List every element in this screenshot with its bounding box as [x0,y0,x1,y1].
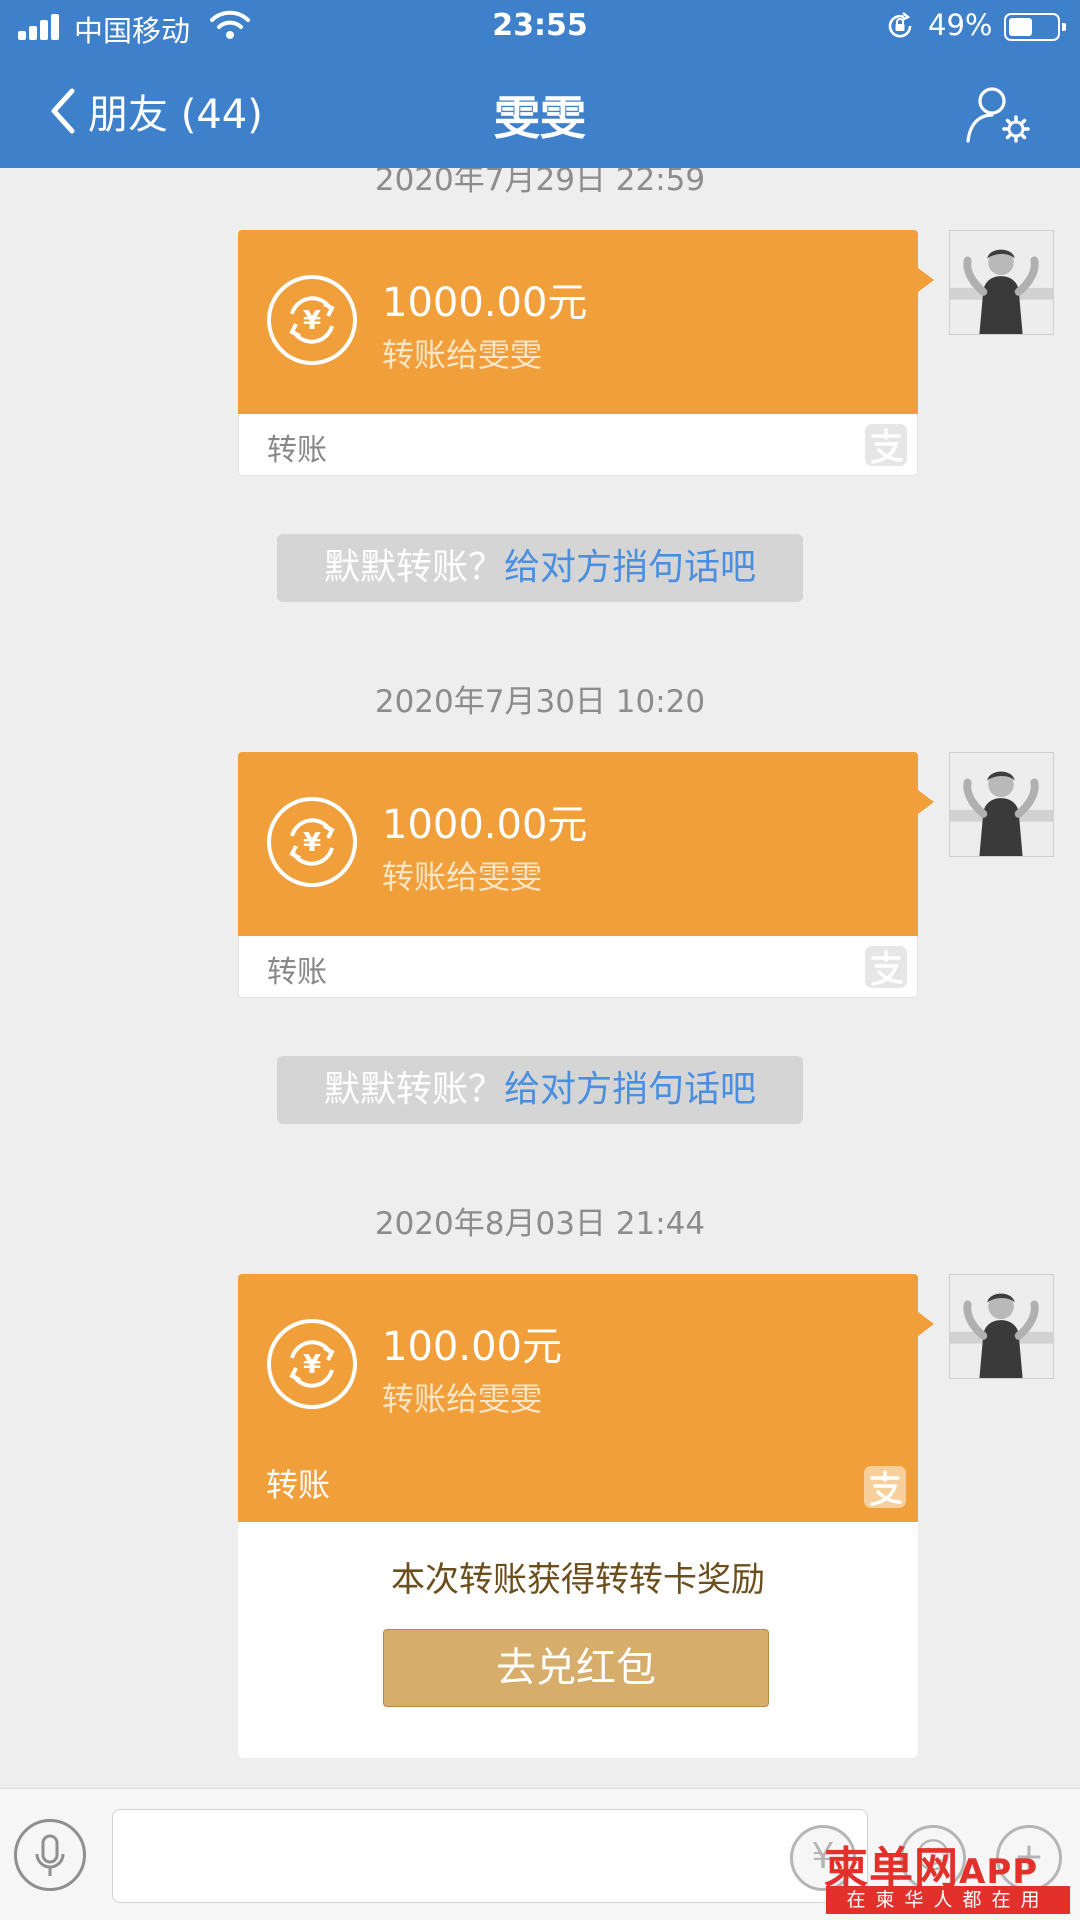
battery-percentage: 49% [928,8,993,42]
battery-icon [1004,13,1066,41]
transfer-card[interactable]: ¥ 100.00元 转账给雯雯 转账 本次转账获得转转卡奖励 去兑红包 [238,1274,934,1758]
message-timestamp: 2020年8月03日 21:44 [374,1206,706,1242]
transfer-recipient: 转账给雯雯 [382,1380,543,1418]
reward-text: 本次转账获得转转卡奖励 [391,1560,765,1600]
chat-list[interactable]: 2020年7月29日 22:59 ¥ 1000.00元 转账给雯雯 转账 默默转… [0,168,1080,1788]
add-message-hint[interactable]: 默默转账？给对方捎句话吧 [277,1056,803,1124]
transfer-type-label: 转账 [267,955,327,990]
svg-text:¥: ¥ [303,306,321,336]
nav-bar: 朋友 (44) 雯雯 [0,55,1080,168]
avatar-image [950,1275,1053,1378]
transfer-amount: 1000.00元 [382,280,588,326]
transfer-card[interactable]: ¥ 1000.00元 转账给雯雯 转账 [238,752,934,998]
microphone-icon [35,1834,65,1876]
message-timestamp: 2020年7月30日 10:20 [374,684,706,720]
avatar[interactable] [949,1274,1054,1379]
transfer-recipient: 转账给雯雯 [382,858,543,896]
add-message-hint[interactable]: 默默转账？给对方捎句话吧 [277,534,803,602]
transfer-recipient: 转账给雯雯 [382,336,543,374]
svg-text:¥: ¥ [303,1350,321,1380]
avatar-image [950,231,1053,334]
avatar[interactable] [949,230,1054,335]
message-timestamp: 2020年7月29日 22:59 [374,168,706,198]
redeem-red-packet-button[interactable]: 去兑红包 [383,1629,769,1707]
transfer-card-body[interactable]: ¥ 1000.00元 转账给雯雯 [238,752,934,936]
yuan-transfer-icon: ¥ [267,797,357,887]
alipay-logo-icon [864,1466,906,1508]
transfer-card-body[interactable]: ¥ 1000.00元 转账给雯雯 [238,230,934,414]
clock: 23:55 [492,8,588,43]
user-settings-icon[interactable] [964,83,1032,145]
yuan-transfer-icon: ¥ [267,275,357,365]
reward-panel: 本次转账获得转转卡奖励 去兑红包 [238,1522,918,1758]
transfer-amount: 100.00元 [382,1324,562,1370]
add-message-link[interactable]: 给对方捎句话吧 [504,547,756,588]
add-message-link[interactable]: 给对方捎句话吧 [504,1069,756,1110]
transfer-card-footer: 转账 [238,414,918,476]
alipay-logo-icon [865,424,907,466]
alipay-logo-icon [865,946,907,988]
message-input[interactable] [112,1809,868,1903]
transfer-type-label: 转账 [266,1466,331,1504]
voice-input-button[interactable] [14,1819,86,1891]
avatar-image [950,753,1053,856]
svg-text:¥: ¥ [303,828,321,858]
transfer-amount: 1000.00元 [382,802,588,848]
hint-prefix: 默默转账？ [323,1069,504,1110]
watermark-logo: 柬单网APP 在柬华人都在用 [822,1832,1072,1916]
chat-title: 雯雯 [494,91,586,145]
avatar[interactable] [949,752,1054,857]
orientation-lock-icon [888,12,912,38]
transfer-card-body[interactable]: ¥ 100.00元 转账给雯雯 转账 [238,1274,934,1522]
hint-prefix: 默默转账？ [323,547,504,588]
transfer-card[interactable]: ¥ 1000.00元 转账给雯雯 转账 [238,230,934,476]
transfer-card-footer: 转账 [238,936,918,998]
yuan-transfer-icon: ¥ [267,1319,357,1409]
status-bar: 中国移动 23:55 49% [0,0,1080,55]
watermark-slogan: 在柬华人都在用 [826,1886,1070,1914]
transfer-type-label: 转账 [267,433,327,468]
